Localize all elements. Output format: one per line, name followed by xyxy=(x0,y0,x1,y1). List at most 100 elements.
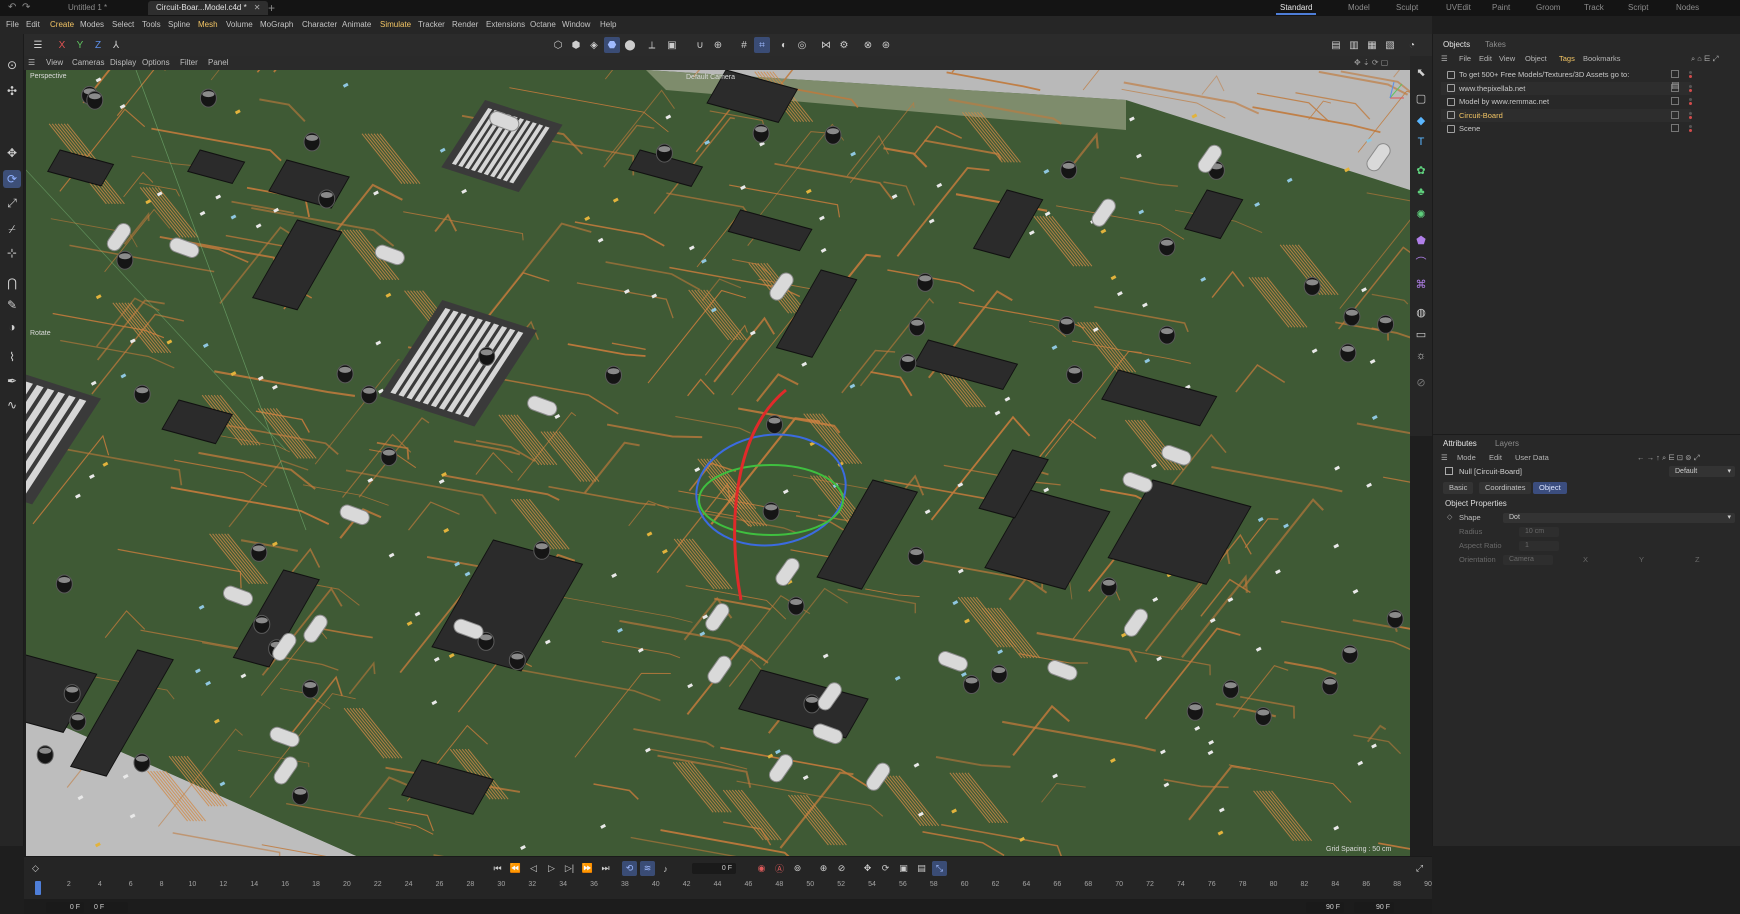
cube-outline-icon[interactable]: ▢ xyxy=(1413,90,1429,106)
goto-start-icon[interactable]: ⏮ xyxy=(490,861,505,876)
keyframe-mode-icon[interactable]: ◇ xyxy=(28,861,43,876)
notes-icon[interactable]: ▤ xyxy=(1671,80,1680,91)
workspace-tab-paint[interactable]: Paint xyxy=(1492,3,1510,12)
tab-layers[interactable]: Layers xyxy=(1495,439,1519,448)
move-icon[interactable]: ✥ xyxy=(3,144,21,162)
spline-object-icon[interactable]: ⌒ xyxy=(1413,254,1429,270)
timeline-playhead[interactable] xyxy=(35,881,41,895)
axis-mode-icon[interactable]: ⟂ xyxy=(644,37,660,53)
tab-objects[interactable]: Objects xyxy=(1443,40,1470,49)
object-menu-object[interactable]: Object xyxy=(1525,54,1547,63)
menu-modes[interactable]: Modes xyxy=(80,20,104,29)
visibility-check-icon[interactable] xyxy=(1671,70,1679,78)
object-menu-view[interactable]: View xyxy=(1499,54,1515,63)
light-icon[interactable]: ☼ xyxy=(1413,348,1429,364)
uv-mode-icon[interactable]: ⬤ xyxy=(622,37,638,53)
rotate-icon[interactable]: ⟳ xyxy=(3,170,21,188)
menu-volume[interactable]: Volume xyxy=(226,20,253,29)
knife-icon[interactable]: ⌿ xyxy=(3,220,21,238)
tab-basic[interactable]: Basic xyxy=(1443,482,1474,494)
interpolation-icon[interactable]: ⤡ xyxy=(932,861,947,876)
timeline-ruler[interactable]: 0246810121416182022242628303234363840424… xyxy=(36,881,1432,895)
new-tab-button[interactable]: + xyxy=(268,1,275,15)
timeline-expand-icon[interactable]: ⤢ xyxy=(1412,861,1427,876)
scene-icon[interactable]: ◍ xyxy=(1413,304,1429,320)
visibility-check-icon[interactable] xyxy=(1671,110,1679,119)
render-region-icon[interactable]: ⊗ xyxy=(860,37,876,53)
magnet-icon[interactable]: ⋂ xyxy=(3,274,21,292)
render-dots-icon[interactable] xyxy=(1681,111,1693,119)
keyframe-selection-icon[interactable]: ⊚ xyxy=(790,861,805,876)
rotation-key-icon[interactable]: ⊘ xyxy=(834,861,849,876)
workspace-tab-script[interactable]: Script xyxy=(1628,3,1648,12)
menu-simulate[interactable]: Simulate xyxy=(380,20,411,29)
deformer-icon[interactable]: ✺ xyxy=(1413,206,1429,222)
render-dots-icon[interactable] xyxy=(1681,71,1693,78)
pen-icon[interactable]: ✒ xyxy=(3,372,21,390)
snap-settings-icon[interactable]: ⊕ xyxy=(710,37,726,53)
axis-x-lock[interactable]: X xyxy=(54,37,70,53)
edges-mode-icon[interactable]: ⬢ xyxy=(568,37,584,53)
viewport-menu-display[interactable]: Display xyxy=(110,58,136,67)
volume-icon[interactable]: ⌘ xyxy=(1413,276,1429,292)
render-dots-icon[interactable] xyxy=(1681,98,1693,105)
object-row[interactable]: Circuit-Board xyxy=(1441,108,1693,122)
render-settings-icon[interactable]: ▦ xyxy=(1364,37,1380,53)
menu-render[interactable]: Render xyxy=(452,20,478,29)
generator-icon[interactable]: ✿ xyxy=(1413,162,1429,178)
prev-frame-icon[interactable]: ◁ xyxy=(526,861,541,876)
viewport-menu-view[interactable]: View xyxy=(46,58,63,67)
cursor-icon[interactable]: ⬉ xyxy=(1413,64,1429,80)
menu-edit[interactable]: Edit xyxy=(26,20,40,29)
model-mode-icon[interactable]: ☰ xyxy=(30,37,46,53)
visibility-check-icon[interactable] xyxy=(1671,124,1679,132)
object-row[interactable]: www.thepixellab.net xyxy=(1441,81,1692,95)
tab-coordinates[interactable]: Coordinates xyxy=(1479,482,1532,494)
menu-character[interactable]: Character xyxy=(302,20,337,29)
viewport-menu-cameras[interactable]: Cameras xyxy=(72,58,104,67)
magnet-snap-icon[interactable]: ∪ xyxy=(692,37,708,53)
attribute-nav-icons[interactable]: ← → ↑ ⌕ ⋿ ⊡ ⊚ ⤢ xyxy=(1637,453,1700,463)
prev-key-icon[interactable]: ⏪ xyxy=(508,861,523,876)
viewport-menu-filter[interactable]: Filter xyxy=(180,58,198,67)
solo-icon[interactable]: ◐ xyxy=(776,37,792,53)
symmetry-icon[interactable]: ⚙ xyxy=(836,37,852,53)
play-icon[interactable]: ▷ xyxy=(544,861,559,876)
render-picture-viewer-icon[interactable]: ▥ xyxy=(1346,37,1362,53)
sound-icon[interactable]: ♪ xyxy=(658,861,673,876)
camera-icon[interactable]: ▭ xyxy=(1413,326,1429,342)
workspace-tab-standard[interactable]: Standard xyxy=(1275,3,1318,15)
paint-icon[interactable]: ✎ xyxy=(3,296,21,314)
text-icon[interactable]: T xyxy=(1413,134,1429,150)
end-frame-field[interactable]: 90 F xyxy=(1306,902,1344,913)
pla-key-icon[interactable]: ▣ xyxy=(896,861,911,876)
auto-key-icon[interactable]: Ⓐ xyxy=(772,861,787,876)
menu-select[interactable]: Select xyxy=(112,20,134,29)
next-key-icon[interactable]: ⏩ xyxy=(580,861,595,876)
object-row[interactable]: To get 500+ Free Models/Textures/3D Asse… xyxy=(1441,68,1693,81)
min-frame-field[interactable]: 0 F xyxy=(90,902,128,913)
menu-animate[interactable]: Animate xyxy=(342,20,371,29)
workspace-tab-model[interactable]: Model xyxy=(1348,3,1370,12)
points-mode-icon[interactable]: ⬡ xyxy=(550,37,566,53)
menu-octane[interactable]: Octane xyxy=(530,20,556,29)
document-tab-untitled[interactable]: Untitled 1 * xyxy=(60,1,115,15)
fps-icon[interactable]: ≋ xyxy=(640,861,655,876)
axis-z-lock[interactable]: Z xyxy=(90,37,106,53)
viewport-nav-icons[interactable]: ✥ ⇣ ⟳ ▢ xyxy=(1354,58,1388,67)
menu-help[interactable]: Help xyxy=(600,20,616,29)
object-row[interactable]: Model by www.remmac.net xyxy=(1441,95,1693,108)
document-tab-circuit-board[interactable]: Circuit-Boar...Model.c4d * ✕ xyxy=(148,1,269,15)
coordinate-system-icon[interactable]: ⅄ xyxy=(108,37,124,53)
visibility-check-icon[interactable] xyxy=(1671,97,1679,105)
loop-icon[interactable]: ⟲ xyxy=(622,861,637,876)
redshift-icon[interactable]: ◔ xyxy=(1404,37,1420,53)
scale-key-icon[interactable]: ✥ xyxy=(860,861,875,876)
object-menu-bookmarks[interactable]: Bookmarks xyxy=(1583,54,1621,63)
snap-tool-icon[interactable]: ⊹ xyxy=(3,244,21,262)
object-row[interactable]: Scene xyxy=(1441,122,1693,135)
cube-icon[interactable]: ◆ xyxy=(1413,112,1429,128)
render-dots-icon[interactable] xyxy=(1681,125,1693,132)
brush-icon[interactable]: ⌇ xyxy=(3,348,21,366)
workspace-tab-sculpt[interactable]: Sculpt xyxy=(1396,3,1418,12)
